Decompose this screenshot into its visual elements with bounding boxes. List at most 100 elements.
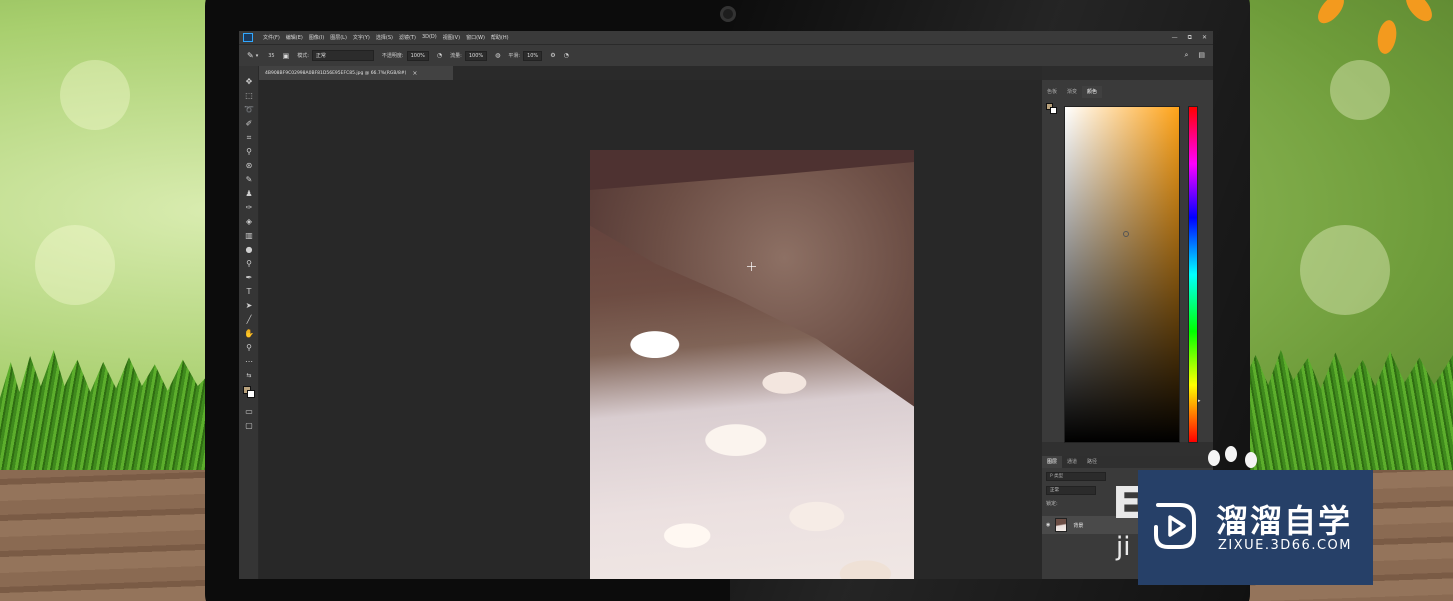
pen-icon[interactable]: ✒: [243, 272, 255, 284]
move-icon[interactable]: ✥: [243, 76, 255, 88]
type-icon[interactable]: T: [243, 286, 255, 298]
gear-icon[interactable]: ⚙: [550, 52, 555, 59]
gradient-icon[interactable]: ▥: [243, 230, 255, 242]
eyedropper-icon[interactable]: ⚲: [243, 146, 255, 158]
bokeh-light: [35, 225, 115, 305]
brush-preset-icon[interactable]: ✎: [247, 51, 254, 60]
blend-mode-select[interactable]: 正常: [1046, 486, 1096, 495]
tab-swatches[interactable]: 色板: [1042, 86, 1062, 98]
menu-item[interactable]: 文件(F): [263, 34, 280, 41]
zoom-icon[interactable]: ⚲: [243, 342, 255, 354]
window-controls: — ⧉ ✕: [1172, 34, 1207, 41]
grass-left: [0, 350, 215, 470]
document-tab[interactable]: 4B908BF9C02998A0BF81D56E95EFC85.jpg @ 66…: [259, 66, 453, 80]
flow-field[interactable]: 100%: [464, 50, 488, 61]
history-brush-icon[interactable]: ✑: [243, 202, 255, 214]
quick-mask-icon[interactable]: ▭: [243, 406, 255, 418]
layer-filter-input[interactable]: P 类型: [1046, 472, 1106, 481]
menu-item[interactable]: 文字(Y): [353, 34, 370, 41]
path-select-icon[interactable]: ➤: [243, 300, 255, 312]
grass-right: [1243, 350, 1453, 470]
swap-colors-icon[interactable]: ⇆: [243, 370, 255, 382]
hue-slider[interactable]: [1188, 106, 1198, 443]
document-tab-bar: 4B908BF9C02998A0BF81D56E95EFC85.jpg @ 66…: [259, 66, 1042, 80]
crop-icon[interactable]: ⌗: [243, 132, 255, 144]
menu-item[interactable]: 滤镜(T): [399, 34, 416, 41]
line-icon[interactable]: ╱: [243, 314, 255, 326]
pressure-size-icon[interactable]: ◔: [564, 52, 569, 59]
menu-item[interactable]: 帮助(H): [491, 34, 509, 41]
menu-item[interactable]: 选择(S): [376, 34, 393, 41]
layer-thumbnail: [1055, 518, 1068, 532]
brush-panel-icon[interactable]: ▣: [283, 52, 290, 60]
lock-label: 锁定:: [1046, 501, 1058, 507]
chevron-down-icon[interactable]: ▾: [256, 53, 259, 59]
quick-select-icon[interactable]: ✐: [243, 118, 255, 130]
minimize-button[interactable]: —: [1172, 34, 1178, 41]
hand-icon[interactable]: ✋: [243, 328, 255, 340]
background-color-swatch[interactable]: [247, 390, 255, 398]
canvas-area[interactable]: [259, 80, 1042, 579]
bokeh-light: [1300, 225, 1390, 315]
tab-paths[interactable]: 路径: [1082, 456, 1102, 468]
panel-background-swatch[interactable]: [1050, 107, 1057, 114]
brand-watermark: 溜溜自学 ZIXUE.3D66.COM: [1138, 470, 1373, 585]
healing-icon[interactable]: ⊛: [243, 160, 255, 172]
airbrush-icon[interactable]: ◍: [495, 52, 500, 59]
menu-item[interactable]: 窗口(W): [466, 34, 485, 41]
layer-name[interactable]: 背景: [1073, 522, 1083, 529]
restore-button[interactable]: ⧉: [1188, 34, 1192, 41]
lasso-icon[interactable]: ➰: [243, 104, 255, 116]
app-logo-icon: [243, 33, 253, 42]
color-picker-field[interactable]: [1064, 106, 1180, 443]
webcam: [720, 6, 736, 22]
tab-gradients[interactable]: 渐变: [1062, 86, 1082, 98]
menu-item[interactable]: 图层(L): [330, 34, 347, 41]
menu-item[interactable]: 3D(D): [422, 34, 437, 41]
smoothing-label: 平滑:: [508, 53, 521, 59]
brand-url: ZIXUE.3D66.COM: [1218, 538, 1352, 553]
panel-strip: [1042, 66, 1213, 80]
close-icon[interactable]: ×: [412, 70, 417, 77]
hue-slider-handle[interactable]: ▸: [1198, 398, 1201, 404]
brush-icon[interactable]: ✎: [243, 174, 255, 186]
menu-item[interactable]: 视图(V): [443, 34, 460, 41]
stamp-icon[interactable]: ♟: [243, 188, 255, 200]
menu-bar: 文件(F) 编辑(E) 图像(I) 图层(L) 文字(Y) 选择(S) 滤镜(T) 3D(D)…: [239, 31, 1213, 44]
menu-item[interactable]: 图像(I): [309, 34, 324, 41]
document-tab-title: 4B908BF9C02998A0BF81D56E95EFC85.jpg @ 66…: [265, 70, 407, 76]
flower-petal: [1401, 0, 1437, 26]
screen-mode-icon[interactable]: ▢: [243, 420, 255, 432]
flower-petal: [1313, 0, 1349, 28]
dodge-icon[interactable]: ⚲: [243, 258, 255, 270]
paw-decoration: [1225, 446, 1237, 462]
tool-options-bar: ✎ ▾ 35 ▣ 模式: 正常 不透明度: 100% ◔ 流量: 100% ◍ …: [239, 44, 1213, 66]
close-button[interactable]: ✕: [1202, 34, 1207, 41]
workspace-icon[interactable]: ▤: [1198, 51, 1205, 60]
play-logo-icon: [1154, 503, 1196, 549]
bokeh-light: [60, 60, 130, 130]
color-panel-tabs: 色板 渐变 颜色: [1042, 86, 1103, 98]
paw-decoration: [1208, 450, 1220, 466]
smoothing-field[interactable]: 10%: [523, 50, 543, 61]
eraser-icon[interactable]: ◈: [243, 216, 255, 228]
pressure-opacity-icon[interactable]: ◔: [437, 52, 442, 59]
menu-item[interactable]: 编辑(E): [286, 34, 303, 41]
more-tools-icon[interactable]: ⋯: [243, 356, 255, 368]
tab-channels[interactable]: 通道: [1062, 456, 1082, 468]
eye-icon[interactable]: ◉: [1046, 522, 1050, 528]
document-image[interactable]: [590, 150, 914, 579]
search-icon[interactable]: ⌕: [1184, 51, 1188, 60]
mode-select[interactable]: 正常: [311, 50, 374, 61]
tab-layers[interactable]: 图层: [1042, 456, 1063, 468]
tools-panel: ✥ ⬚ ➰ ✐ ⌗ ⚲ ⊛ ✎ ♟ ✑ ◈ ▥ ● ⚲ ✒ T ➤ ╱ ✋ ⚲ …: [239, 66, 259, 579]
marquee-icon[interactable]: ⬚: [243, 90, 255, 102]
layers-panel-tabs: 图层 通道 路径: [1042, 456, 1213, 468]
opacity-field[interactable]: 100%: [406, 50, 429, 61]
tab-color[interactable]: 颜色: [1082, 86, 1103, 98]
blur-icon[interactable]: ●: [243, 244, 255, 256]
mode-label: 模式:: [297, 53, 309, 59]
brush-size-value[interactable]: 35: [268, 53, 274, 59]
color-picker-ring[interactable]: [1123, 231, 1129, 237]
paw-decoration: [1245, 452, 1257, 468]
